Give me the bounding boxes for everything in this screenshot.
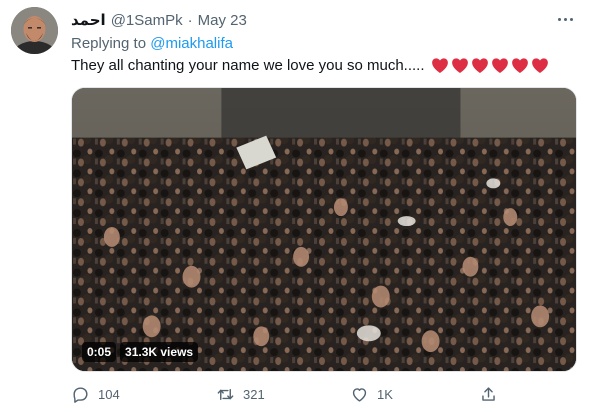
- share-icon: [482, 387, 495, 401]
- hearts-emoji-row: [431, 57, 549, 74]
- like-icon: [352, 388, 367, 402]
- retweet-count: 321: [243, 387, 265, 402]
- tweet-body: They all chanting your name we love you …: [71, 57, 425, 74]
- separator-dot: ·: [187, 11, 193, 29]
- video-views: 31.3K views: [120, 342, 199, 362]
- replying-to: Replying to @miakhalifa: [71, 35, 233, 52]
- avatar[interactable]: [11, 7, 58, 54]
- replying-mention[interactable]: @miakhalifa: [150, 35, 233, 52]
- video-timestamp: 0:05: [82, 342, 117, 362]
- red-heart-emoji: [531, 58, 548, 73]
- video-badges: 0:05 31.3K views: [82, 342, 199, 362]
- replying-prefix: Replying to: [71, 35, 147, 52]
- red-heart-emoji: [431, 58, 448, 73]
- author-name[interactable]: احمد: [71, 11, 106, 29]
- red-heart-emoji: [451, 58, 468, 73]
- tweet-date[interactable]: May 23: [198, 12, 247, 29]
- red-heart-emoji: [511, 58, 528, 73]
- red-heart-emoji: [491, 58, 508, 73]
- video-media[interactable]: 0:05 31.3K views: [71, 87, 577, 372]
- author-handle[interactable]: @1SamPk: [111, 12, 183, 29]
- retweet-button[interactable]: 321: [216, 385, 265, 404]
- like-count: 1K: [377, 387, 393, 402]
- reply-count: 104: [98, 387, 120, 402]
- video-frame: [72, 88, 576, 371]
- reply-button[interactable]: 104: [71, 385, 120, 404]
- tweet-text: They all chanting your name we love you …: [71, 57, 549, 74]
- tweet-actions: 104 321 1K: [66, 385, 576, 409]
- like-button[interactable]: 1K: [350, 385, 393, 404]
- share-button[interactable]: [479, 385, 498, 404]
- tweet[interactable]: احمد @1SamPk · May 23 Replying to @miakh…: [0, 0, 589, 412]
- red-heart-emoji: [471, 58, 488, 73]
- reply-icon: [73, 387, 88, 403]
- tweet-header: احمد @1SamPk · May 23: [71, 10, 247, 30]
- more-icon[interactable]: [555, 11, 575, 27]
- retweet-icon: [217, 389, 234, 400]
